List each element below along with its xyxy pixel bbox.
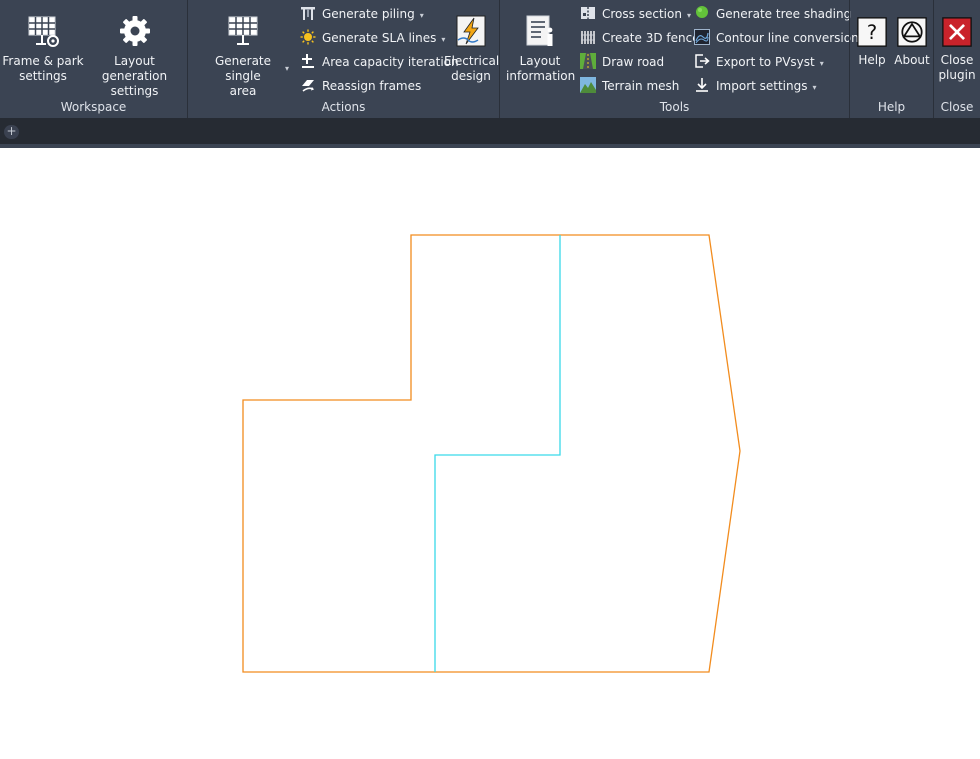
sun-icon bbox=[300, 29, 316, 45]
electrical-design-label-2: design bbox=[451, 69, 491, 83]
drawing-canvas[interactable] bbox=[0, 148, 980, 759]
generate-single-area-label-2: area bbox=[229, 84, 257, 98]
layout-generation-label-1: Layout generation bbox=[101, 54, 168, 83]
add-tab-button[interactable]: + bbox=[4, 125, 19, 139]
electrical-design-label-1: Electrical bbox=[444, 54, 500, 68]
tree-icon bbox=[696, 6, 708, 18]
group-label-workspace: Workspace bbox=[60, 100, 127, 114]
cross-section-button[interactable]: Cross section ▾ bbox=[580, 4, 691, 24]
plus-minus-icon bbox=[302, 54, 314, 68]
about-logo-icon bbox=[897, 17, 927, 47]
fence-icon bbox=[581, 31, 595, 44]
close-plugin-label-2: plugin bbox=[938, 68, 976, 82]
reassign-icon bbox=[302, 80, 314, 92]
generate-piling-label: Generate piling bbox=[322, 7, 415, 21]
gear-icon bbox=[119, 16, 150, 46]
layout-generation-settings-button[interactable]: Layout generation settings bbox=[84, 0, 185, 99]
draw-road-label: Draw road bbox=[602, 55, 665, 69]
import-settings-label: Import settings bbox=[716, 79, 808, 93]
group-label-help: Help bbox=[877, 100, 906, 114]
svg-text:?: ? bbox=[867, 21, 877, 44]
cross-section-icon bbox=[581, 7, 595, 19]
area-divider-line[interactable] bbox=[434, 235, 561, 672]
document-info-icon bbox=[526, 15, 553, 46]
area-capacity-iteration-button[interactable]: Area capacity iteration bbox=[300, 52, 459, 72]
draw-road-button[interactable]: Draw road bbox=[580, 52, 664, 72]
chevron-down-icon[interactable]: ▾ bbox=[813, 83, 817, 92]
area-capacity-iteration-label: Area capacity iteration bbox=[322, 55, 459, 69]
contour-line-conversion-button[interactable]: Contour line conversion bbox=[694, 28, 859, 48]
reassign-frames-label: Reassign frames bbox=[322, 79, 422, 93]
terrain-icon bbox=[580, 77, 596, 93]
layout-information-button[interactable]: Layout information bbox=[506, 0, 576, 84]
about-button[interactable]: About bbox=[892, 0, 932, 68]
solar-panel-icon bbox=[228, 16, 258, 45]
import-settings-button[interactable]: Import settings ▾ bbox=[694, 76, 817, 96]
chevron-down-icon[interactable]: ▾ bbox=[687, 11, 691, 20]
export-to-pvsyst-label: Export to PVsyst bbox=[716, 55, 815, 69]
generate-single-area-label-1: Generate single bbox=[214, 54, 272, 83]
download-icon bbox=[696, 78, 708, 92]
contour-line-conversion-label: Contour line conversion bbox=[716, 31, 859, 45]
create-3d-fence-button[interactable]: Create 3D fence bbox=[580, 28, 700, 48]
export-icon bbox=[695, 54, 710, 68]
lightning-document-icon bbox=[456, 15, 486, 47]
road-icon bbox=[580, 53, 596, 69]
tab-strip bbox=[0, 118, 980, 144]
group-label-tools: Tools bbox=[659, 100, 690, 114]
cross-section-label: Cross section bbox=[602, 7, 682, 21]
group-label-close: Close bbox=[940, 100, 974, 114]
generate-piling-button[interactable]: Generate piling ▾ bbox=[300, 4, 424, 24]
layout-information-label-2: information bbox=[506, 69, 576, 83]
frame-park-label-2: settings bbox=[19, 69, 67, 83]
generate-tree-shading-label: Generate tree shading bbox=[716, 7, 852, 21]
generate-single-area-button[interactable]: Generate single area bbox=[198, 0, 288, 99]
terrain-mesh-button[interactable]: Terrain mesh bbox=[580, 76, 679, 96]
site-boundary-outline[interactable] bbox=[242, 234, 741, 673]
solar-panel-gear-icon bbox=[28, 16, 59, 47]
help-label: Help bbox=[858, 53, 886, 67]
chevron-down-icon[interactable]: ▾ bbox=[820, 59, 824, 68]
layout-information-label-1: Layout bbox=[519, 54, 561, 68]
terrain-mesh-label: Terrain mesh bbox=[602, 79, 680, 93]
frame-park-label-1: Frame & park bbox=[2, 54, 84, 68]
group-label-actions: Actions bbox=[321, 100, 366, 114]
piling-icon bbox=[301, 7, 315, 20]
chevron-down-icon[interactable]: ▾ bbox=[420, 11, 424, 20]
generate-sla-lines-label: Generate SLA lines bbox=[322, 31, 437, 45]
generate-tree-shading-button[interactable]: Generate tree shading bbox=[694, 4, 851, 24]
close-plugin-button[interactable]: Close plugin bbox=[936, 0, 978, 83]
create-3d-fence-label: Create 3D fence bbox=[602, 31, 700, 45]
generate-sla-lines-button[interactable]: Generate SLA lines ▾ bbox=[300, 28, 445, 48]
question-mark-icon: ? bbox=[857, 17, 887, 47]
about-label: About bbox=[894, 53, 930, 67]
close-plugin-label-1: Close bbox=[940, 53, 974, 67]
electrical-design-button[interactable]: Electrical design bbox=[444, 0, 500, 84]
contour-icon bbox=[694, 29, 710, 45]
help-button[interactable]: ? Help bbox=[854, 0, 890, 68]
layout-generation-label-2: settings bbox=[110, 84, 159, 98]
frame-park-settings-button[interactable]: Frame & park settings bbox=[2, 0, 84, 84]
export-to-pvsyst-button[interactable]: Export to PVsyst ▾ bbox=[694, 52, 824, 72]
reassign-frames-button[interactable]: Reassign frames bbox=[300, 76, 421, 96]
close-icon bbox=[942, 17, 972, 47]
chevron-down-icon[interactable]: ▾ bbox=[285, 64, 289, 73]
ribbon-toolbar: Frame & park settings Layout generation … bbox=[0, 0, 980, 118]
